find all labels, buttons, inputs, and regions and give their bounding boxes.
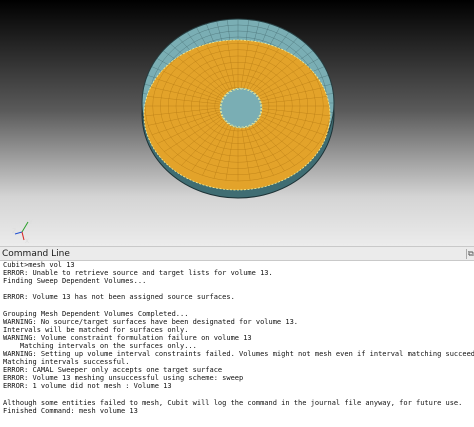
console-line: ERROR: 1 volume did not mesh : Volume 13	[3, 382, 172, 391]
x-axis-line	[21, 231, 25, 241]
axis-triad: Y Z X	[12, 219, 33, 244]
console-line: Intervals will be matched for surfaces o…	[3, 325, 189, 334]
y-axis-label: Y	[28, 219, 33, 226]
console-line: ERROR: Volume 13 meshing unsuccessful us…	[3, 374, 244, 383]
graphics-viewport[interactable]: Y Z X	[0, 0, 474, 246]
command-output-console[interactable]: Cubit>mesh vol 13 ERROR: Unable to retrie…	[0, 261, 474, 427]
console-line: Grouping Mesh Dependent Volumes Complete…	[3, 309, 189, 318]
console-line: ERROR: CAMAL Sweeper only accepts one ta…	[3, 366, 223, 375]
console-line: Finished Command: mesh volume 13	[3, 406, 138, 415]
console-line: Finding Sweep Dependent Volumes...	[3, 277, 147, 286]
console-line: Cubit>mesh vol 13	[3, 261, 75, 269]
console-line: Matching intervals successful.	[3, 358, 130, 367]
mesh-model-scene[interactable]	[0, 0, 474, 246]
x-axis-label: X	[25, 238, 29, 244]
undock-icon[interactable]: ⧉	[466, 249, 474, 259]
console-line: WARNING: Volume constraint formulation f…	[3, 333, 252, 342]
command-line-titlebar: Command Line ⧉	[0, 246, 474, 261]
console-line: Although some entities failed to mesh, C…	[3, 398, 463, 407]
z-axis-label: Z	[12, 228, 16, 235]
y-axis-line	[21, 221, 29, 233]
command-line-title: Command Line	[2, 249, 70, 259]
console-line: WARNING: No source/target surfaces have …	[3, 317, 299, 326]
console-line: ERROR: Volume 13 has not been assigned s…	[3, 293, 235, 302]
console-line: WARNING: Setting up volume interval cons…	[3, 350, 474, 359]
console-line: ERROR: Unable to retrieve source and tar…	[3, 269, 273, 278]
console-line: Matching intervals on the surfaces only.…	[3, 341, 197, 350]
center-hole-surface	[220, 88, 262, 128]
